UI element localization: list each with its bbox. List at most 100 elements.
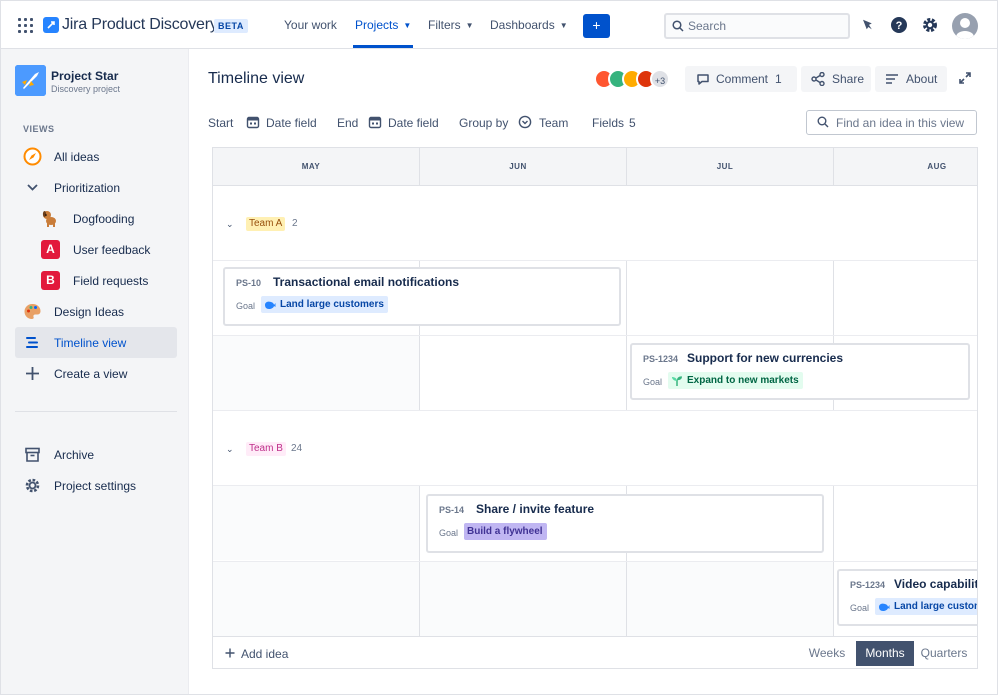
sidebar-item-label: Field requests	[73, 274, 149, 288]
about-label: About	[906, 72, 938, 86]
idea-title[interactable]: Share / invite feature	[476, 502, 594, 516]
sidebar-item-field-requests[interactable]: B Field requests	[15, 265, 177, 296]
archive-icon	[25, 447, 40, 462]
idea-card[interactable]: PS-1234 Video capabilities Goal Land lar…	[837, 569, 977, 626]
group-by-select[interactable]: Team	[539, 116, 568, 130]
empty-cell	[213, 562, 419, 636]
nav-projects[interactable]: Projects ▼	[355, 18, 411, 32]
timeline-header: MAY JUN JUL AUG	[213, 148, 977, 186]
goal-text: Expand to new markets	[687, 375, 799, 386]
goal-lozenge[interactable]: Build a flywheel	[464, 523, 547, 540]
idea-title[interactable]: Support for new currencies	[687, 351, 843, 365]
scale-weeks-button[interactable]: Weeks	[798, 641, 856, 666]
gear-icon	[25, 478, 40, 493]
sidebar-item-label: User feedback	[73, 243, 151, 257]
nav-your-work-label: Your work	[284, 18, 337, 32]
sidebar-item-project-settings[interactable]: Project settings	[15, 470, 177, 501]
create-button[interactable]: +	[583, 14, 610, 38]
find-idea-input[interactable]: Find an idea in this view	[806, 110, 977, 135]
idea-card[interactable]: PS-1234 Support for new currencies Goal …	[630, 343, 970, 400]
start-label: Start	[208, 116, 234, 130]
fields-button[interactable]: Fields	[592, 116, 624, 130]
idea-card[interactable]: PS-14 Share / invite feature Goal Build …	[426, 494, 824, 553]
sidebar-item-timeline-view[interactable]: Timeline view	[15, 327, 177, 358]
goal-lozenge[interactable]: Land large customers	[875, 598, 977, 615]
empty-cell	[627, 562, 833, 636]
idea-title[interactable]: Transactional email notifications	[273, 275, 459, 289]
app-window: Jira Product Discovery BETA Your work Pr…	[0, 0, 998, 695]
goal-label: Goal	[643, 377, 663, 387]
month-jun: JUN	[509, 162, 527, 171]
add-idea-button[interactable]: Add idea	[225, 647, 288, 661]
chevron-down-icon: ▼	[559, 21, 568, 30]
sidebar-item-prioritization[interactable]: Prioritization	[15, 172, 177, 203]
idea-key: PS-14	[439, 505, 465, 515]
comment-icon	[697, 74, 709, 85]
sidebar-item-dogfooding[interactable]: Dogfooding	[15, 203, 177, 234]
about-icon	[886, 74, 898, 84]
end-label: End	[337, 116, 359, 130]
sidebar-item-label: Timeline view	[54, 336, 127, 350]
about-button[interactable]: About	[875, 66, 947, 92]
group-row-team-b[interactable]: ⌄ Team B 24	[213, 411, 977, 486]
scale-quarters-button[interactable]: Quarters	[914, 641, 974, 666]
project-name[interactable]: Project Star	[51, 69, 118, 83]
sidebar-item-archive[interactable]: Archive	[15, 439, 177, 470]
nav-dashboards[interactable]: Dashboards ▼	[490, 18, 568, 32]
share-button[interactable]: Share	[801, 66, 871, 92]
nav-your-work[interactable]: Your work	[284, 18, 337, 32]
goal-label: Goal	[236, 301, 256, 311]
page-title: Timeline view	[208, 70, 305, 87]
idea-title[interactable]: Video capabilities	[894, 577, 977, 591]
more-avatars-count[interactable]: +3	[650, 69, 670, 89]
search-icon	[672, 20, 684, 32]
app-title[interactable]: Jira Product Discovery	[62, 16, 218, 34]
goal-lozenge[interactable]: Land large customers	[261, 296, 388, 313]
group-count: 24	[291, 443, 303, 454]
end-date-field-select[interactable]: Date field	[388, 116, 439, 130]
palette-icon	[24, 304, 41, 319]
chevron-down-icon[interactable]: ⌄	[226, 444, 234, 455]
beta-badge: BETA	[214, 19, 248, 33]
notifications-icon[interactable]	[858, 15, 878, 35]
comment-button[interactable]: Comment 1	[685, 66, 797, 92]
calendar-icon	[246, 116, 260, 129]
sidebar-item-user-feedback[interactable]: A User feedback	[15, 234, 177, 265]
help-icon[interactable]: ?	[889, 15, 909, 35]
user-avatar[interactable]	[952, 13, 978, 39]
sidebar-divider	[15, 411, 177, 412]
nav-filters-label: Filters	[428, 18, 461, 32]
sidebar-item-all-ideas[interactable]: All ideas	[15, 141, 177, 172]
chevron-circle-icon	[518, 115, 532, 129]
find-idea-placeholder: Find an idea in this view	[836, 116, 965, 130]
search-input[interactable]: Search	[664, 13, 850, 39]
sidebar-item-design-ideas[interactable]: Design Ideas	[15, 296, 177, 327]
group-lozenge: Team A	[246, 217, 286, 231]
group-by-label: Group by	[459, 116, 509, 130]
group-lozenge: Team B	[246, 442, 286, 456]
chevron-down-icon[interactable]	[23, 178, 42, 197]
timeline-grid: MAY JUN JUL AUG ⌄ Team A 2 ⌄ Team B 24 P…	[212, 147, 978, 669]
group-row-team-a[interactable]: ⌄ Team A 2	[213, 186, 977, 261]
svg-text:?: ?	[896, 20, 903, 32]
collaborator-avatars[interactable]: +3	[594, 69, 676, 89]
scale-months-button[interactable]: Months	[856, 641, 914, 666]
sidebar-item-label: All ideas	[54, 150, 100, 164]
idea-card[interactable]: PS-10 Transactional email notifications …	[223, 267, 621, 326]
idea-key: PS-10	[236, 278, 262, 288]
chevron-down-icon[interactable]: ⌄	[226, 219, 234, 230]
goal-lozenge[interactable]: Expand to new markets	[668, 372, 803, 389]
row-divider	[213, 561, 977, 562]
jira-logo-icon[interactable]	[43, 17, 59, 33]
gear-icon[interactable]	[920, 15, 940, 35]
sidebar-item-create-view[interactable]: Create a view	[15, 358, 177, 389]
empty-cell	[420, 562, 626, 636]
sidebar-item-label: Prioritization	[54, 181, 121, 195]
sidebar-item-label: Dogfooding	[73, 212, 135, 226]
fullscreen-icon[interactable]	[958, 71, 972, 85]
start-date-field-select[interactable]: Date field	[266, 116, 317, 130]
row-divider	[213, 335, 977, 336]
app-switcher-icon[interactable]	[18, 18, 33, 33]
whale-icon	[879, 603, 890, 611]
nav-filters[interactable]: Filters ▼	[428, 18, 474, 32]
